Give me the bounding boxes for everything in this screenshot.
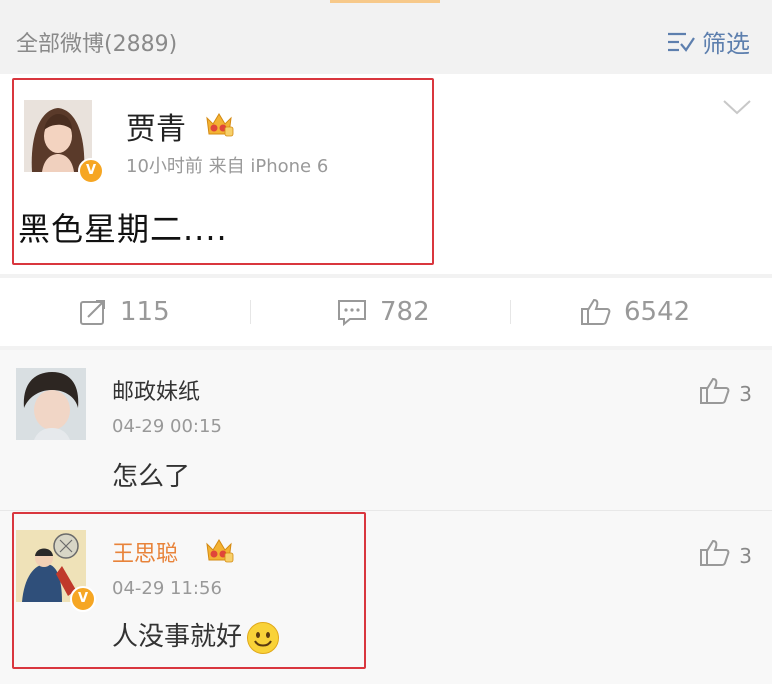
vip-crown-icon <box>206 113 234 137</box>
post-card[interactable]: V 贾青 10小时前 来自 iPhone 6 黑色星期二.... <box>0 74 772 274</box>
commenter-avatar[interactable] <box>16 368 86 440</box>
comment-item[interactable]: V 王思聪 04-29 11:56 人没事就好 3 <box>0 512 772 684</box>
comment-like-count: 3 <box>739 382 752 406</box>
post-meta: 10小时前 来自 iPhone 6 <box>126 156 329 177</box>
verified-badge: V <box>78 158 104 184</box>
comment-text-row: 人没事就好 <box>112 616 280 655</box>
thumbs-up-icon <box>700 539 730 566</box>
filter-icon <box>668 32 695 52</box>
verified-badge: V <box>70 586 96 612</box>
comment-icon <box>338 300 366 327</box>
filter-label: 筛选 <box>702 30 750 58</box>
repost-button[interactable]: 115 <box>78 278 170 346</box>
like-count: 6542 <box>624 297 691 327</box>
comment-like-count: 3 <box>739 544 752 568</box>
thumbs-up-icon <box>700 377 730 404</box>
post-text: 黑色星期二.... <box>18 210 228 248</box>
comment-list: 邮政妹纸 04-29 00:15 怎么了 3 V 王思聪 04-29 11:56… <box>0 350 772 684</box>
comment-text: 怎么了 <box>112 462 191 492</box>
comment-button[interactable]: 782 <box>336 278 430 346</box>
comment-divider <box>0 510 772 511</box>
commenter-name[interactable]: 邮政妹纸 <box>112 374 200 406</box>
repost-count: 115 <box>120 297 170 327</box>
weibo-count-label: 全部微博(2889) <box>16 32 178 57</box>
comment-time: 04-29 11:56 <box>112 578 222 599</box>
comment-item[interactable]: 邮政妹纸 04-29 00:15 怎么了 3 <box>0 350 772 510</box>
tab-indicator <box>330 0 440 3</box>
commenter-name[interactable]: 王思聪 <box>112 536 178 568</box>
thumbs-up-icon <box>581 298 611 325</box>
filter-button[interactable]: 筛选 <box>666 24 750 59</box>
action-divider <box>250 300 251 324</box>
vip-crown-icon <box>206 539 234 563</box>
action-bar: 115 782 6542 <box>0 278 772 346</box>
comment-count: 782 <box>380 297 430 327</box>
comment-time: 04-29 00:15 <box>112 416 222 437</box>
top-bar: 全部微博(2889) 筛选 <box>0 0 772 74</box>
comment-text: 人没事就好 <box>112 622 243 652</box>
comment-like-button[interactable]: 3 <box>699 538 752 568</box>
repost-icon <box>80 300 105 325</box>
like-button[interactable]: 6542 <box>580 278 690 346</box>
smile-emoji-icon <box>247 621 280 654</box>
chevron-down-icon[interactable] <box>722 98 752 116</box>
comment-like-button[interactable]: 3 <box>699 376 752 406</box>
action-divider <box>510 300 511 324</box>
author-name[interactable]: 贾青 <box>126 104 186 148</box>
